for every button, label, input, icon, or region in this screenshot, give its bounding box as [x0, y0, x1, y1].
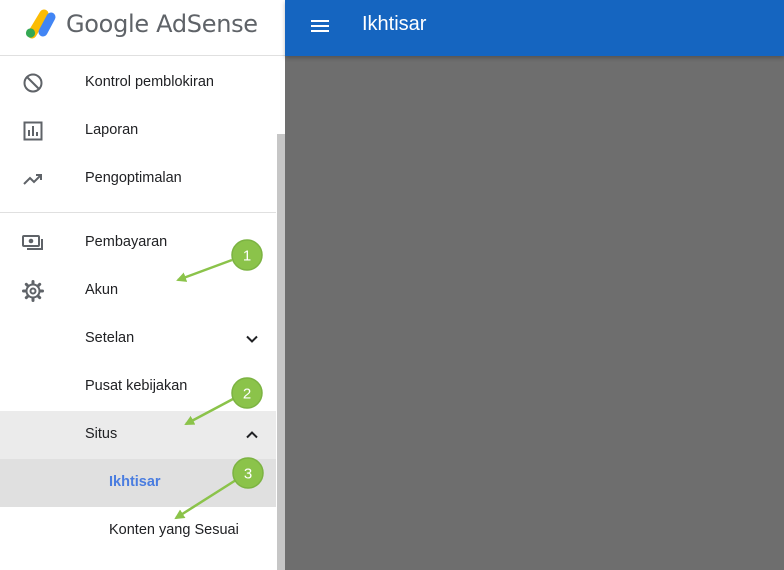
sidebar: Google AdSense Kontrol pemblokiran Lapor…: [0, 0, 285, 570]
sidebar-item-label: Laporan: [85, 122, 139, 138]
sidebar-item-label: Situs: [85, 426, 118, 442]
sidebar-item-situs[interactable]: Situs: [0, 411, 276, 459]
content-scrim[interactable]: [285, 56, 784, 570]
sidebar-item-setelan[interactable]: Setelan: [0, 315, 276, 363]
adsense-logo-icon: [25, 9, 56, 39]
sidebar-item-label: Konten yang Sesuai: [109, 522, 239, 538]
menu-icon[interactable]: [308, 14, 332, 38]
payments-icon: [22, 235, 43, 250]
sidebar-item-kontrol-pemblokiran[interactable]: Kontrol pemblokiran: [0, 59, 276, 107]
sidebar-item-pusat-kebijakan[interactable]: Pusat kebijakan: [0, 363, 276, 411]
sidebar-item-label: Pembayaran: [85, 234, 168, 250]
sidebar-subitem-ikhtisar[interactable]: Ikhtisar: [0, 459, 276, 507]
sidebar-divider: [0, 212, 276, 213]
sidebar-item-label: Pusat kebijakan: [85, 378, 188, 394]
bar-chart-icon: [23, 121, 43, 141]
trending-up-icon: [23, 174, 42, 185]
sidebar-item-label: Akun: [85, 282, 119, 298]
sidebar-subitem-konten-yang-sesuai[interactable]: Konten yang Sesuai: [0, 507, 276, 555]
gear-icon: [22, 280, 44, 302]
block-icon: [23, 73, 43, 93]
sidebar-item-pengoptimalan[interactable]: Pengoptimalan: [0, 155, 276, 203]
sidebar-item-label: Ikhtisar: [109, 474, 161, 490]
chevron-down-icon: [246, 335, 258, 343]
sidebar-item-laporan[interactable]: Laporan: [0, 107, 276, 155]
sidebar-item-label: Kontrol pemblokiran: [85, 74, 214, 90]
logo-bar: Google AdSense: [0, 0, 285, 56]
top-app-bar: Ikhtisar: [285, 0, 784, 56]
sidebar-item-label: Pengoptimalan: [85, 170, 182, 186]
page-title: Ikhtisar: [362, 13, 427, 35]
sidebar-item-pembayaran[interactable]: Pembayaran: [0, 219, 276, 267]
sidebar-item-label: Setelan: [85, 330, 135, 346]
chevron-up-icon: [246, 431, 258, 439]
sidebar-item-akun[interactable]: Akun: [0, 267, 276, 315]
sidebar-scrollbar-thumb[interactable]: [277, 134, 285, 570]
logo-text: Google AdSense: [66, 10, 258, 38]
